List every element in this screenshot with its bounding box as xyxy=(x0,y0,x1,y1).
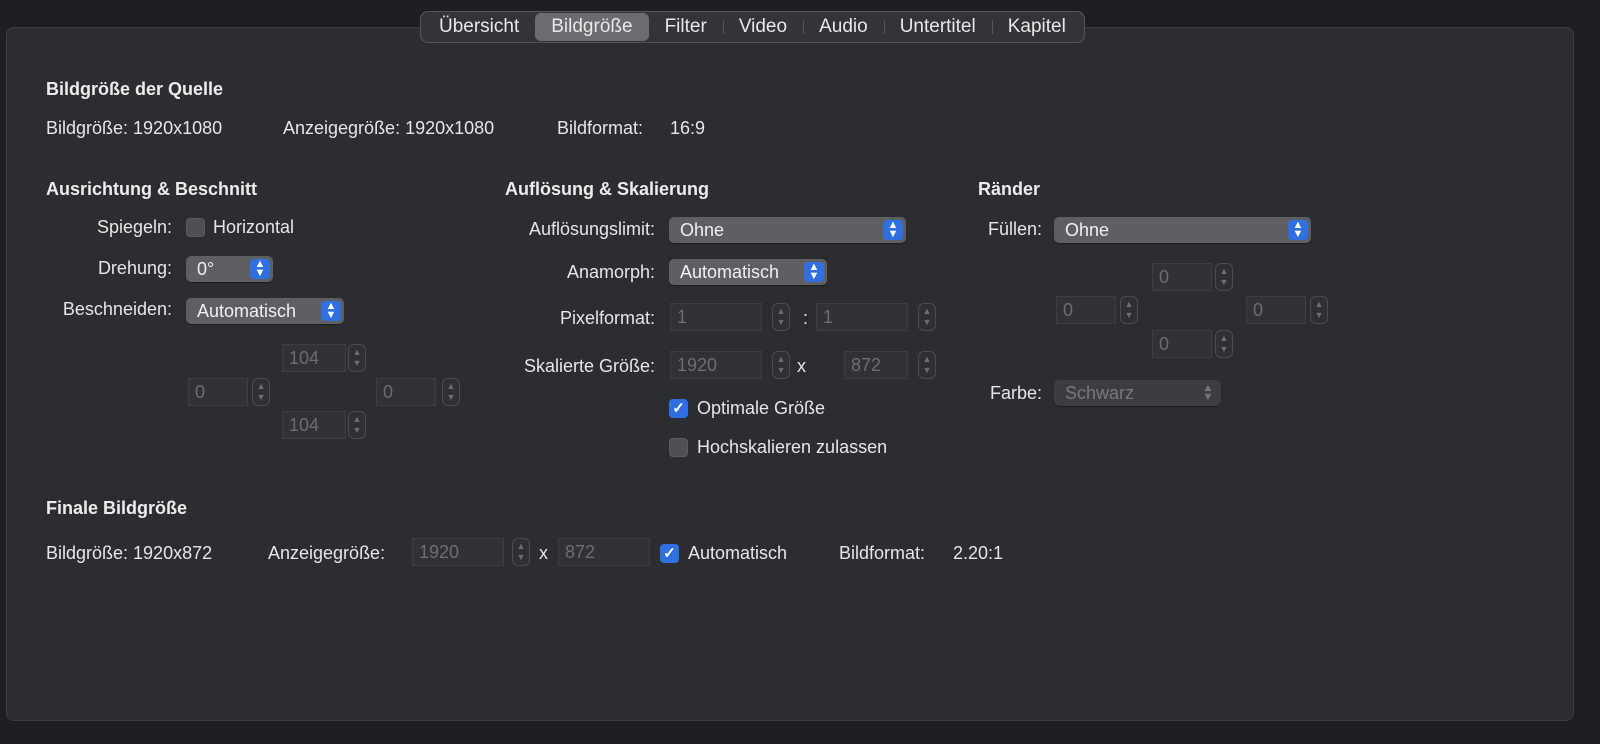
flip-label: Spiegeln: xyxy=(96,217,172,237)
tab-audio[interactable]: Audio xyxy=(803,13,884,41)
final-heading: Finale Bildgröße xyxy=(46,498,188,518)
pixel-format-a-stepper[interactable]: ▲ ▼ xyxy=(772,303,790,331)
pixel-format-b-field[interactable]: 1 xyxy=(816,303,908,331)
resolution-limit-value: Ohne xyxy=(680,220,725,240)
chevron-updown-icon: ▲ ▼ xyxy=(250,259,270,279)
optimal-size-checkbox[interactable]: ✓ xyxy=(669,399,688,418)
scaled-width-stepper[interactable]: ▲ ▼ xyxy=(772,351,790,379)
scaled-width-field[interactable]: 1920 xyxy=(670,351,762,379)
crop-right-stepper[interactable]: ▲ ▼ xyxy=(442,378,460,406)
tab-overview[interactable]: Übersicht xyxy=(423,13,535,41)
final-display-separator: x xyxy=(539,543,548,563)
fill-popup[interactable]: Ohne ▲ ▼ xyxy=(1054,217,1311,243)
tab-filter[interactable]: Filter xyxy=(649,13,723,41)
final-auto-checkbox[interactable]: ✓ xyxy=(660,544,679,563)
optimal-size-label: Optimale Größe xyxy=(697,398,826,418)
border-left-stepper[interactable]: ▲ ▼ xyxy=(1120,296,1138,324)
tab-chapters[interactable]: Kapitel xyxy=(991,13,1082,41)
chevron-updown-icon: ▲ ▼ xyxy=(321,301,341,321)
pixel-format-a-field[interactable]: 1 xyxy=(670,303,762,331)
flip-horizontal-checkbox[interactable] xyxy=(186,218,205,237)
color-value: Schwarz xyxy=(1065,383,1135,403)
chevron-updown-icon: ▲ ▼ xyxy=(1202,382,1214,403)
crop-right-field[interactable]: 0 xyxy=(376,378,436,406)
color-label: Farbe: xyxy=(989,383,1042,403)
crop-value: Automatisch xyxy=(197,301,297,321)
border-top-field[interactable]: 0 xyxy=(1152,263,1212,291)
allow-upscale-checkbox[interactable] xyxy=(669,438,688,457)
rotation-value: 0° xyxy=(197,259,215,279)
source-size: Bildgröße: 1920x1080 xyxy=(46,118,223,138)
pixel-format-separator: : xyxy=(803,308,809,328)
source-format-value: 16:9 xyxy=(670,118,706,138)
crop-label: Beschneiden: xyxy=(62,299,172,319)
source-format-label: Bildformat: xyxy=(557,118,644,138)
scaled-height-stepper[interactable]: ▲ ▼ xyxy=(918,351,936,379)
border-bottom-stepper[interactable]: ▲ ▼ xyxy=(1215,330,1233,358)
border-right-field[interactable]: 0 xyxy=(1246,296,1306,324)
chevron-updown-icon: ▲ ▼ xyxy=(1288,220,1308,240)
tab-picture-size[interactable]: Bildgröße xyxy=(535,13,649,41)
final-auto-label: Automatisch xyxy=(688,543,788,563)
final-display-height-field[interactable]: 872 xyxy=(558,538,650,566)
crop-top-stepper[interactable]: ▲ ▼ xyxy=(348,344,366,372)
anamorphic-popup[interactable]: Automatisch ▲ ▼ xyxy=(669,259,827,285)
border-top-stepper[interactable]: ▲ ▼ xyxy=(1215,263,1233,291)
scaled-height-field[interactable]: 872 xyxy=(844,351,908,379)
pixel-format-b-stepper[interactable]: ▲ ▼ xyxy=(918,303,936,331)
crop-bottom-field[interactable]: 104 xyxy=(282,411,346,439)
borders-heading: Ränder xyxy=(978,179,1041,199)
crop-left-field[interactable]: 0 xyxy=(188,378,248,406)
resolution-limit-popup[interactable]: Ohne ▲ ▼ xyxy=(669,217,906,243)
rotation-label: Drehung: xyxy=(97,258,172,278)
source-display-size: Anzeigegröße: 1920x1080 xyxy=(283,118,495,138)
resolution-limit-label: Auflösungslimit: xyxy=(528,219,655,239)
scaled-size-label: Skalierte Größe: xyxy=(523,356,655,376)
final-format-value: 2.20:1 xyxy=(953,543,1004,563)
source-heading: Bildgröße der Quelle xyxy=(46,79,224,99)
resolution-heading: Auflösung & Skalierung xyxy=(505,179,710,199)
anamorphic-value: Automatisch xyxy=(680,262,780,282)
final-format-label: Bildformat: xyxy=(839,543,926,563)
orientation-heading: Ausrichtung & Beschnitt xyxy=(46,179,258,199)
allow-upscale-label: Hochskalieren zulassen xyxy=(697,437,888,457)
final-display-size-label: Anzeigegröße: xyxy=(268,543,386,563)
settings-panel xyxy=(6,27,1574,721)
rotation-popup[interactable]: 0° ▲ ▼ xyxy=(186,256,273,282)
final-size: Bildgröße: 1920x872 xyxy=(46,543,213,563)
tab-subtitles[interactable]: Untertitel xyxy=(883,13,992,41)
crop-popup[interactable]: Automatisch ▲ ▼ xyxy=(186,298,344,324)
tab-video[interactable]: Video xyxy=(722,13,803,41)
fill-label: Füllen: xyxy=(987,219,1042,239)
chevron-updown-icon: ▲ ▼ xyxy=(804,262,824,282)
flip-horizontal-label: Horizontal xyxy=(213,217,295,237)
crop-left-stepper[interactable]: ▲ ▼ xyxy=(252,378,270,406)
border-left-field[interactable]: 0 xyxy=(1056,296,1116,324)
border-bottom-field[interactable]: 0 xyxy=(1152,330,1212,358)
chevron-updown-icon: ▲ ▼ xyxy=(883,220,903,240)
final-display-width-stepper[interactable]: ▲ ▼ xyxy=(512,538,530,566)
scaled-size-separator: x xyxy=(797,356,806,376)
crop-top-field[interactable]: 104 xyxy=(282,344,346,372)
color-popup[interactable]: Schwarz ▲ ▼ xyxy=(1054,380,1221,406)
border-right-stepper[interactable]: ▲ ▼ xyxy=(1310,296,1328,324)
anamorphic-label: Anamorph: xyxy=(566,262,655,282)
final-display-width-field[interactable]: 1920 xyxy=(412,538,504,566)
crop-bottom-stepper[interactable]: ▲ ▼ xyxy=(348,411,366,439)
fill-value: Ohne xyxy=(1065,220,1110,240)
pixel-format-label: Pixelformat: xyxy=(559,308,655,328)
tab-bar: Übersicht Bildgröße Filter Video Audio U… xyxy=(420,11,1085,43)
